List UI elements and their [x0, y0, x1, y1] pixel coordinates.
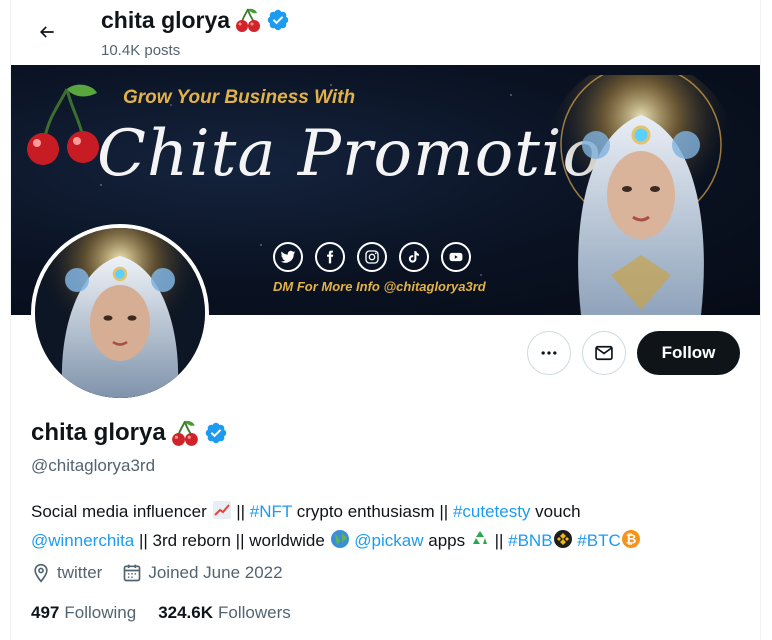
followers-link[interactable]: 324.6K Followers	[158, 603, 291, 623]
joined-item: Joined June 2022	[122, 563, 283, 583]
hashtag-link[interactable]: #BTC	[577, 531, 620, 550]
tiktok-icon	[399, 242, 429, 272]
recycle-icon	[472, 531, 487, 544]
banner-cherry-icon	[27, 84, 99, 165]
column-border-right	[760, 0, 761, 640]
followers-label: Followers	[218, 603, 291, 622]
twitter-icon	[273, 242, 303, 272]
mention-link[interactable]: @pickaw	[354, 531, 423, 550]
follow-button[interactable]: Follow	[637, 331, 740, 375]
youtube-icon	[441, 242, 471, 272]
posts-count: 10.4K posts	[101, 42, 181, 59]
following-link[interactable]: 497 Following	[31, 603, 136, 623]
bio-text: apps	[423, 531, 470, 550]
svg-text:₿: ₿	[625, 533, 636, 548]
chart-increasing-icon	[212, 501, 231, 519]
more-options-button[interactable]	[527, 331, 571, 375]
followers-count: 324.6K	[158, 603, 214, 622]
location-item: twitter	[31, 563, 102, 583]
mention-link[interactable]: @winnerchita	[31, 531, 134, 550]
profile-header-bar: chita glorya 10.4K posts	[11, 0, 760, 65]
bitcoin-icon: ₿	[621, 530, 640, 548]
bio-text: vouch	[530, 502, 581, 521]
hashtag-link[interactable]: #BNB	[508, 531, 552, 550]
banner-dm-text: DM For More Info @chitaglorya3rd	[273, 279, 486, 294]
instagram-icon	[357, 242, 387, 272]
avatar-image	[35, 228, 205, 398]
banner-portrait-image	[546, 75, 736, 315]
profile-meta: twitter Joined June 2022	[31, 563, 303, 583]
ellipsis-icon	[541, 351, 557, 355]
profile-bio: Social media influencer || #NFT crypto e…	[31, 497, 741, 555]
joined-text: Joined June 2022	[148, 563, 283, 582]
hashtag-link[interactable]: #cutetesty	[453, 502, 531, 521]
profile-avatar[interactable]	[31, 224, 209, 402]
envelope-icon	[595, 345, 613, 361]
header-display-name: chita glorya	[101, 6, 290, 34]
profile-handle: @chitaglorya3rd	[31, 456, 156, 475]
bnb-coin-icon	[553, 530, 572, 548]
facebook-icon	[315, 242, 345, 272]
globe-icon	[330, 530, 349, 548]
following-label: Following	[64, 603, 137, 622]
bio-text: ||	[489, 531, 509, 550]
bio-text: || 3rd reborn || worldwide	[134, 531, 330, 550]
follow-counts: 497 Following 324.6K Followers	[31, 603, 313, 623]
cherry-icon	[236, 8, 261, 32]
banner-tagline: Grow Your Business With	[123, 87, 356, 108]
banner-social-icons	[273, 242, 471, 272]
cherry-icon	[171, 420, 198, 446]
location-pin-icon	[34, 563, 48, 583]
back-button[interactable]	[29, 14, 65, 50]
bio-text: Social media influencer	[31, 502, 207, 521]
message-button[interactable]	[582, 331, 626, 375]
verified-badge-icon[interactable]	[266, 8, 290, 32]
profile-display-name: chita glorya	[31, 418, 228, 448]
header-name-text: chita glorya	[101, 6, 231, 33]
display-name-text: chita glorya	[31, 419, 166, 446]
arrow-left-icon	[39, 26, 54, 38]
calendar-icon	[124, 564, 141, 582]
location-text: twitter	[57, 563, 103, 582]
hashtag-link[interactable]: #NFT	[250, 502, 292, 521]
bio-text: crypto enthusiasm ||	[291, 502, 453, 521]
bio-text: ||	[231, 502, 250, 521]
verified-badge-icon[interactable]	[204, 421, 228, 445]
following-count: 497	[31, 603, 60, 622]
